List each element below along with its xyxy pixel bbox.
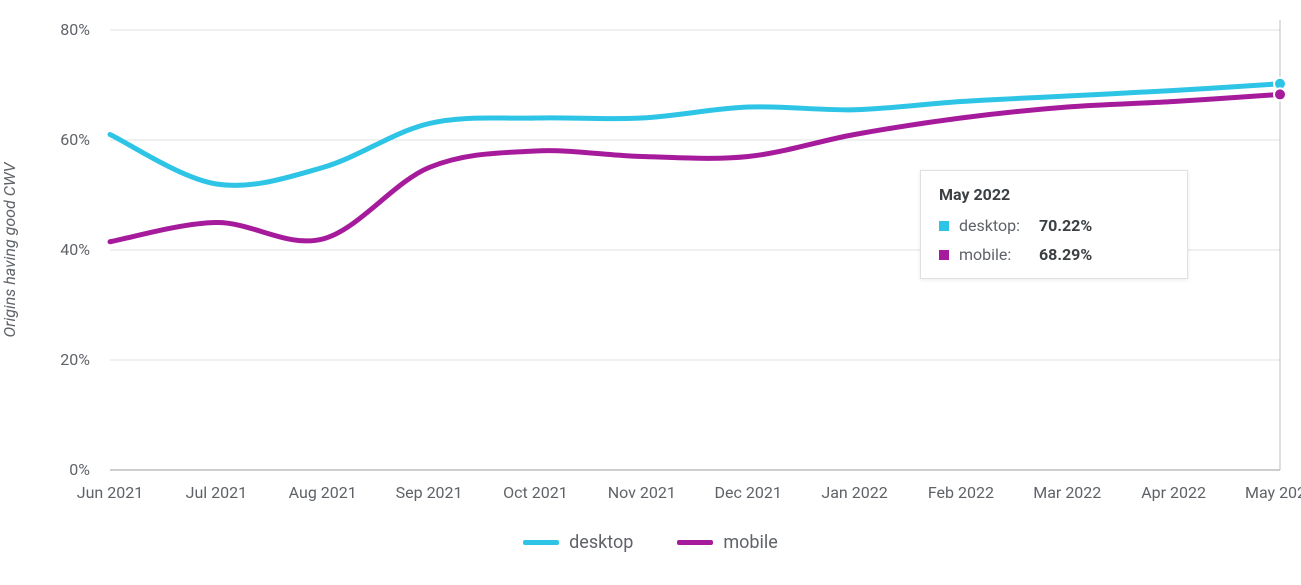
x-tick-label: Jan 2022 xyxy=(821,483,887,502)
chart-tooltip: May 2022 desktop: 70.22% mobile: 68.29% xyxy=(920,170,1188,279)
tooltip-series-name: desktop: xyxy=(959,216,1029,235)
chart-container: Origins having good CWV Jun 2021Jul 2021… xyxy=(0,0,1301,585)
x-tick-label: Aug 2021 xyxy=(289,483,357,502)
x-tick-label: Jun 2021 xyxy=(77,483,143,502)
tooltip-series-value: 70.22% xyxy=(1039,216,1092,235)
chart-legend: desktop mobile xyxy=(0,532,1301,553)
legend-label: mobile xyxy=(723,532,777,553)
tooltip-row: desktop: 70.22% xyxy=(939,216,1169,235)
legend-item-mobile[interactable]: mobile xyxy=(677,532,777,553)
x-tick-label: Dec 2021 xyxy=(715,483,782,502)
y-tick-label: 80% xyxy=(60,20,90,39)
y-tick-label: 20% xyxy=(60,350,90,369)
legend-label: desktop xyxy=(569,532,633,553)
y-tick-label: 60% xyxy=(60,130,90,149)
x-tick-label: Mar 2022 xyxy=(1033,483,1101,502)
tooltip-title: May 2022 xyxy=(939,185,1169,204)
x-tick-label: Sep 2021 xyxy=(396,483,463,502)
legend-swatch-icon xyxy=(677,540,713,545)
x-tick-label: May 2022 xyxy=(1245,483,1301,502)
x-tick-label: Oct 2021 xyxy=(503,483,568,502)
legend-swatch-icon xyxy=(523,540,559,545)
highlight-point-mobile xyxy=(1274,88,1286,100)
x-tick-label: Feb 2022 xyxy=(928,483,994,502)
y-tick-label: 0% xyxy=(69,460,90,479)
y-tick-label: 40% xyxy=(60,240,90,259)
x-tick-label: Apr 2022 xyxy=(1141,483,1206,502)
tooltip-swatch-icon xyxy=(939,221,949,231)
legend-item-desktop[interactable]: desktop xyxy=(523,532,633,553)
x-tick-label: Jul 2021 xyxy=(186,483,247,502)
tooltip-series-value: 68.29% xyxy=(1039,245,1092,264)
tooltip-row: mobile: 68.29% xyxy=(939,245,1169,264)
tooltip-series-name: mobile: xyxy=(959,245,1029,264)
x-tick-label: Nov 2021 xyxy=(608,483,676,502)
tooltip-swatch-icon xyxy=(939,250,949,260)
